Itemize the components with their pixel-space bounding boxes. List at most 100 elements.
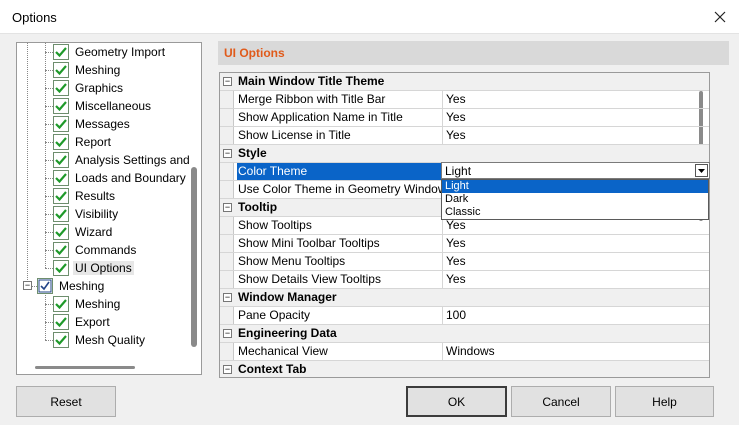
- tree-item[interactable]: Geometry Import: [53, 43, 167, 61]
- checkmark-icon: [53, 314, 69, 330]
- tree-connector: [45, 304, 53, 305]
- grid-property-row[interactable]: Show Mini Toolbar Tooltips Yes: [220, 235, 709, 253]
- tree-item-label: Messages: [75, 117, 130, 131]
- checkmark-icon: [53, 62, 69, 78]
- grid-section-row[interactable]: − Engineering Data: [220, 325, 709, 343]
- property-value[interactable]: Yes: [442, 127, 709, 144]
- grid-property-row[interactable]: Show Application Name in Title Yes: [220, 109, 709, 127]
- grid-section-row[interactable]: − Window Manager: [220, 289, 709, 307]
- collapse-icon[interactable]: −: [223, 77, 232, 86]
- property-value[interactable]: Yes: [442, 253, 709, 270]
- grid-property-row[interactable]: Pane Opacity 100: [220, 307, 709, 325]
- tree-vertical-scrollbar[interactable]: [187, 43, 201, 374]
- collapse-icon[interactable]: −: [23, 281, 32, 290]
- tree-item[interactable]: Export: [53, 313, 112, 331]
- tree-item-label: Visibility: [75, 207, 119, 221]
- grid-property-row[interactable]: Merge Ribbon with Title Bar Yes: [220, 91, 709, 109]
- grid-property-row[interactable]: Show Menu Tooltips Yes: [220, 253, 709, 271]
- close-button[interactable]: [707, 4, 733, 30]
- grid-section-row[interactable]: − Context Tab: [220, 361, 709, 377]
- tree-horizontal-scrollbar[interactable]: [17, 362, 189, 374]
- tree-item-label: Geometry Import: [75, 45, 166, 59]
- help-button[interactable]: Help: [615, 386, 714, 417]
- cancel-button[interactable]: Cancel: [511, 386, 611, 417]
- checkmark-icon: [53, 80, 69, 96]
- checkmark-icon: [53, 206, 69, 222]
- property-name: Mechanical View: [238, 344, 328, 358]
- tree-connector: [45, 178, 53, 179]
- property-value[interactable]: Windows: [442, 343, 709, 360]
- tree-item[interactable]: UI Options: [53, 259, 134, 277]
- property-value[interactable]: Yes: [442, 109, 709, 126]
- collapse-icon[interactable]: −: [223, 365, 232, 374]
- dropdown-option[interactable]: Classic: [442, 206, 708, 219]
- tree-item[interactable]: Commands: [53, 241, 138, 259]
- grid-property-row[interactable]: Show Details View Tooltips Yes: [220, 271, 709, 289]
- dropdown-button[interactable]: [695, 164, 708, 177]
- title-bar: Options: [0, 0, 739, 34]
- tree-item[interactable]: Loads and Boundary: [53, 169, 188, 187]
- property-value[interactable]: Yes: [442, 235, 709, 252]
- tree-connector: [45, 142, 53, 143]
- tree-connector: [27, 43, 28, 282]
- folder-check-icon: [37, 278, 53, 294]
- collapse-icon[interactable]: −: [223, 329, 232, 338]
- collapse-icon[interactable]: −: [223, 149, 232, 158]
- tree-connector: [32, 286, 37, 287]
- tree-item[interactable]: Analysis Settings and: [53, 151, 192, 169]
- tree-item[interactable]: Meshing: [37, 277, 106, 295]
- tree-item[interactable]: Miscellaneous: [53, 97, 153, 115]
- tree-item[interactable]: Report: [53, 133, 113, 151]
- section-title: Main Window Title Theme: [238, 74, 385, 88]
- grid-property-row[interactable]: Mechanical View Windows: [220, 343, 709, 361]
- color-theme-combobox[interactable]: Light: [441, 162, 710, 179]
- tree-connector: [45, 250, 53, 251]
- grid-section-row[interactable]: − Style: [220, 145, 709, 163]
- ok-button[interactable]: OK: [406, 386, 507, 417]
- checkmark-icon: [53, 44, 69, 60]
- window-title: Options: [12, 10, 57, 25]
- property-grid[interactable]: − Main Window Title Theme Merge Ribbon wit…: [219, 72, 710, 378]
- section-title: Engineering Data: [238, 326, 337, 340]
- color-theme-dropdown-list[interactable]: Light Dark Classic: [441, 179, 709, 220]
- collapse-icon[interactable]: −: [223, 203, 232, 212]
- dropdown-option[interactable]: Light: [442, 180, 708, 193]
- tree-connector: [45, 196, 53, 197]
- tree-connector: [45, 124, 53, 125]
- tree-connector: [45, 70, 53, 71]
- collapse-icon[interactable]: −: [223, 293, 232, 302]
- property-value[interactable]: Yes: [442, 271, 709, 288]
- tree-item-label: Analysis Settings and: [75, 153, 190, 167]
- property-name: Show Details View Tooltips: [238, 272, 381, 286]
- tree-item-label: Loads and Boundary: [75, 171, 186, 185]
- dropdown-option[interactable]: Dark: [442, 193, 708, 206]
- tree-item[interactable]: Results: [53, 187, 117, 205]
- panel-title: UI Options: [224, 46, 285, 60]
- tree-item[interactable]: Wizard: [53, 223, 114, 241]
- options-tree[interactable]: Geometry Import Meshing Graphics Miscellane…: [16, 42, 202, 375]
- grid-section-row[interactable]: − Main Window Title Theme: [220, 73, 709, 91]
- tree-vertical-scroll-thumb[interactable]: [191, 167, 197, 347]
- tree-item-label: UI Options: [73, 261, 134, 275]
- tree-item[interactable]: Mesh Quality: [53, 331, 147, 349]
- tree-connector: [45, 214, 53, 215]
- tree-horizontal-scroll-thumb[interactable]: [35, 366, 135, 369]
- tree-item[interactable]: Meshing: [53, 295, 122, 313]
- checkmark-icon: [53, 224, 69, 240]
- property-value[interactable]: 100: [442, 307, 709, 324]
- chevron-down-icon: [698, 168, 705, 173]
- property-name: Show Menu Tooltips: [238, 254, 346, 268]
- tree-item[interactable]: Visibility: [53, 205, 120, 223]
- checkmark-icon: [53, 134, 69, 150]
- reset-button[interactable]: Reset: [16, 386, 116, 417]
- tree-connector: [45, 340, 53, 341]
- tree-item[interactable]: Messages: [53, 115, 132, 133]
- property-name: Color Theme: [237, 163, 442, 180]
- tree-item-label: Meshing: [59, 279, 105, 293]
- color-theme-value: Light: [445, 164, 472, 178]
- grid-property-row[interactable]: Show License in Title Yes: [220, 127, 709, 145]
- tree-item[interactable]: Meshing: [53, 61, 122, 79]
- tree-item[interactable]: Graphics: [53, 79, 125, 97]
- section-title: Context Tab: [238, 362, 307, 376]
- property-value[interactable]: Yes: [442, 91, 709, 108]
